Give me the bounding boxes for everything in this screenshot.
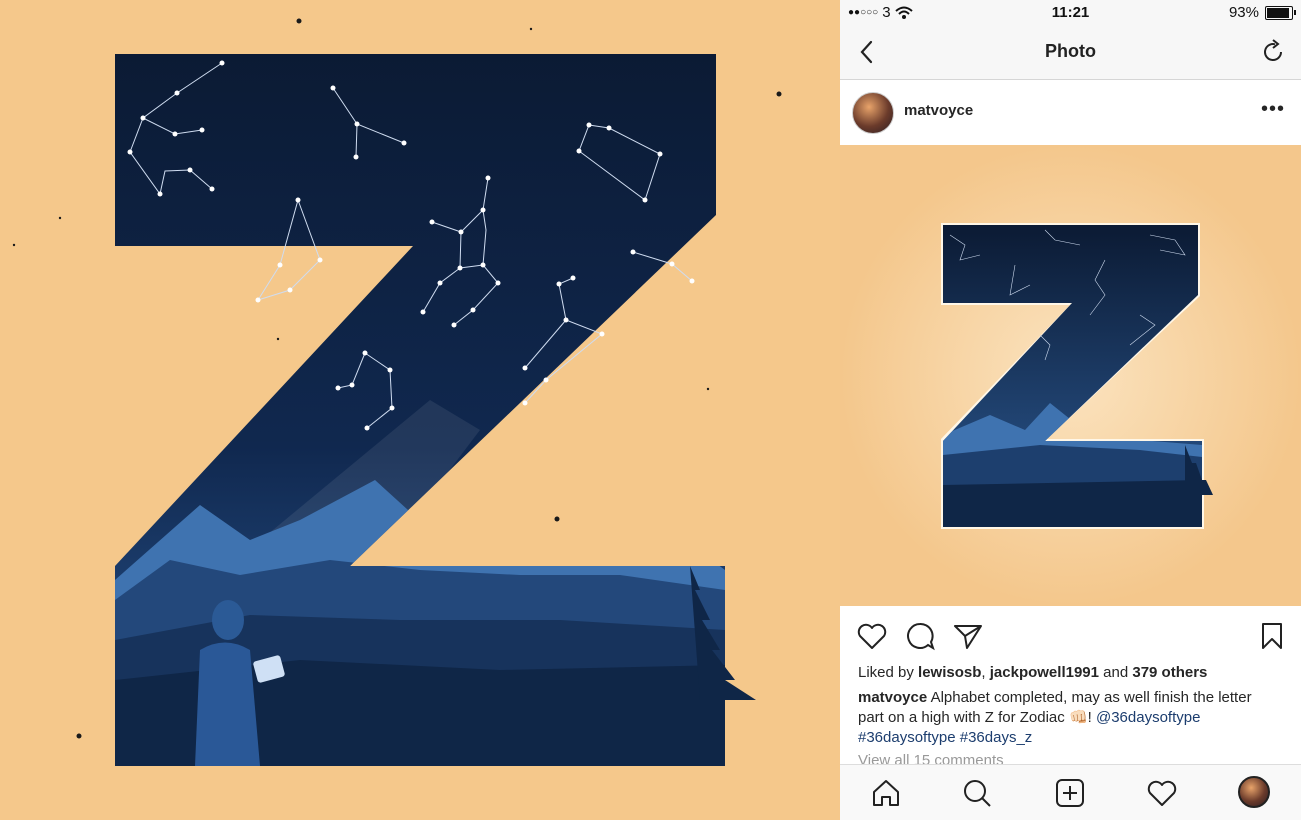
caption-username[interactable]: matvoyce (858, 689, 927, 706)
activity-heart-icon[interactable] (1146, 777, 1178, 809)
instagram-phone-screen: ●●○○○ 3 11:21 93% Photo matvoyce ••• Lik… (840, 0, 1301, 820)
avatar[interactable] (852, 92, 894, 134)
search-icon[interactable] (961, 777, 993, 809)
bookmark-icon[interactable] (1256, 620, 1288, 652)
post-username[interactable]: matvoyce (904, 102, 973, 119)
heart-icon[interactable] (856, 620, 888, 652)
status-bar: ●●○○○ 3 11:21 93% (840, 0, 1301, 26)
page-title: Photo (1045, 41, 1096, 61)
profile-tab-avatar[interactable] (1238, 776, 1270, 808)
likes-summary: Liked by lewisosb, jackpowell1991 and 37… (858, 664, 1207, 681)
bottom-tab-bar (840, 764, 1301, 820)
post-image[interactable] (840, 145, 1301, 606)
more-options-icon[interactable]: ••• (1261, 98, 1285, 121)
home-icon[interactable] (870, 777, 902, 809)
send-icon[interactable] (952, 620, 984, 652)
navigation-bar: Photo (840, 26, 1301, 80)
post-actions (840, 606, 1301, 662)
likes-count[interactable]: 379 others (1132, 664, 1207, 681)
liker-username[interactable]: lewisosb (918, 664, 981, 681)
likes-prefix: Liked by (858, 664, 914, 681)
add-icon[interactable] (1054, 777, 1086, 809)
battery-icon (1265, 5, 1296, 20)
caption-mention[interactable]: @36daysoftype (1096, 709, 1200, 726)
comment-icon[interactable] (904, 620, 936, 652)
liker-username[interactable]: jackpowell1991 (990, 664, 1099, 681)
battery-percent: 93% (1228, 4, 1259, 21)
caption-hashtags[interactable]: #36daysoftype #36days_z (858, 729, 1032, 746)
post-header: matvoyce ••• (840, 80, 1301, 144)
likes-and: and (1103, 664, 1129, 681)
refresh-icon[interactable] (1259, 38, 1287, 66)
zodiac-z-artwork (0, 0, 824, 820)
likes-separator: , (981, 664, 986, 681)
post-caption: matvoyce Alphabet completed, may as well… (858, 688, 1278, 748)
